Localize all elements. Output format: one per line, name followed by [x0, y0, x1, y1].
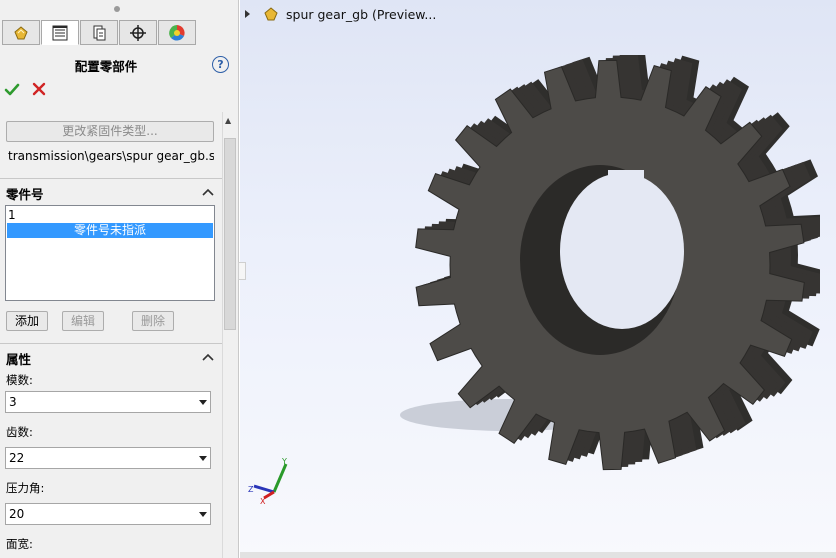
gear-keyway: [608, 170, 644, 184]
add-button[interactable]: 添加: [6, 311, 48, 331]
teeth-value: 22: [9, 451, 25, 465]
panel-collapse-handle[interactable]: [238, 262, 246, 280]
svg-text:Y: Y: [281, 457, 287, 466]
module-label: 模数:: [6, 373, 33, 387]
scroll-up-icon[interactable]: ▲: [225, 116, 231, 125]
chevron-down-icon: [199, 512, 207, 517]
section-divider: [0, 178, 222, 179]
axis-triad-icon: Y Z X: [248, 457, 288, 506]
gear-bore-hole: [560, 173, 684, 329]
part-number-section-title: 零件号: [6, 187, 44, 202]
module-value: 3: [9, 395, 17, 409]
ok-checkmark-icon[interactable]: [4, 82, 20, 98]
configuration-manager-icon: [93, 25, 106, 40]
delete-button[interactable]: 删除: [132, 311, 174, 331]
expand-arrow-icon[interactable]: [245, 10, 250, 18]
feature-manager-icon: [14, 25, 28, 39]
property-manager-icon: [52, 25, 68, 40]
spur-gear-model[interactable]: [400, 55, 820, 495]
properties-section-title: 属性: [6, 352, 32, 367]
svg-text:X: X: [260, 497, 266, 506]
chevron-down-icon: [199, 456, 207, 461]
part-icon: [264, 7, 278, 21]
manager-tabs: [2, 20, 200, 46]
tab-property-manager[interactable]: [41, 20, 79, 45]
pressure-angle-value: 20: [9, 507, 25, 521]
change-fastener-type-button[interactable]: 更改紧固件类型...: [6, 121, 214, 142]
teeth-label: 齿数:: [6, 425, 33, 439]
edit-button[interactable]: 编辑: [62, 311, 104, 331]
pressure-angle-label: 压力角:: [6, 481, 45, 495]
cancel-x-icon[interactable]: [32, 82, 46, 96]
dimxpert-manager-icon: [130, 24, 146, 41]
section-divider: [0, 343, 222, 344]
teeth-select[interactable]: 22: [5, 447, 211, 469]
list-item[interactable]: 1: [8, 208, 16, 222]
tab-display-manager[interactable]: [158, 20, 196, 45]
feature-tree-item[interactable]: spur gear_gb (Preview...: [286, 7, 436, 22]
part-number-list[interactable]: 1 零件号未指派: [5, 205, 215, 301]
panel-top-strip: [0, 0, 238, 20]
collapse-chevron-icon[interactable]: [202, 352, 214, 362]
module-select[interactable]: 3: [5, 391, 211, 413]
chevron-down-icon: [199, 400, 207, 405]
display-manager-icon: [169, 24, 185, 40]
scrollbar-thumb[interactable]: [224, 138, 236, 330]
tab-dimxpert-manager[interactable]: [119, 20, 157, 45]
pressure-angle-select[interactable]: 20: [5, 503, 211, 525]
part-path: transmission\gears\spur gear_gb.sldprt: [8, 149, 214, 163]
tab-configuration-manager[interactable]: [80, 20, 118, 45]
tab-feature-manager[interactable]: [2, 20, 40, 45]
splitter-grip-icon[interactable]: [114, 6, 120, 12]
list-item-selected[interactable]: 零件号未指派: [7, 223, 213, 238]
collapse-chevron-icon[interactable]: [202, 187, 214, 197]
viewport-scrollbar[interactable]: [240, 552, 836, 558]
svg-text:Z: Z: [248, 485, 254, 494]
help-icon[interactable]: ?: [212, 56, 229, 73]
page-title: 配置零部件: [74, 59, 138, 74]
face-width-label: 面宽:: [6, 537, 33, 551]
